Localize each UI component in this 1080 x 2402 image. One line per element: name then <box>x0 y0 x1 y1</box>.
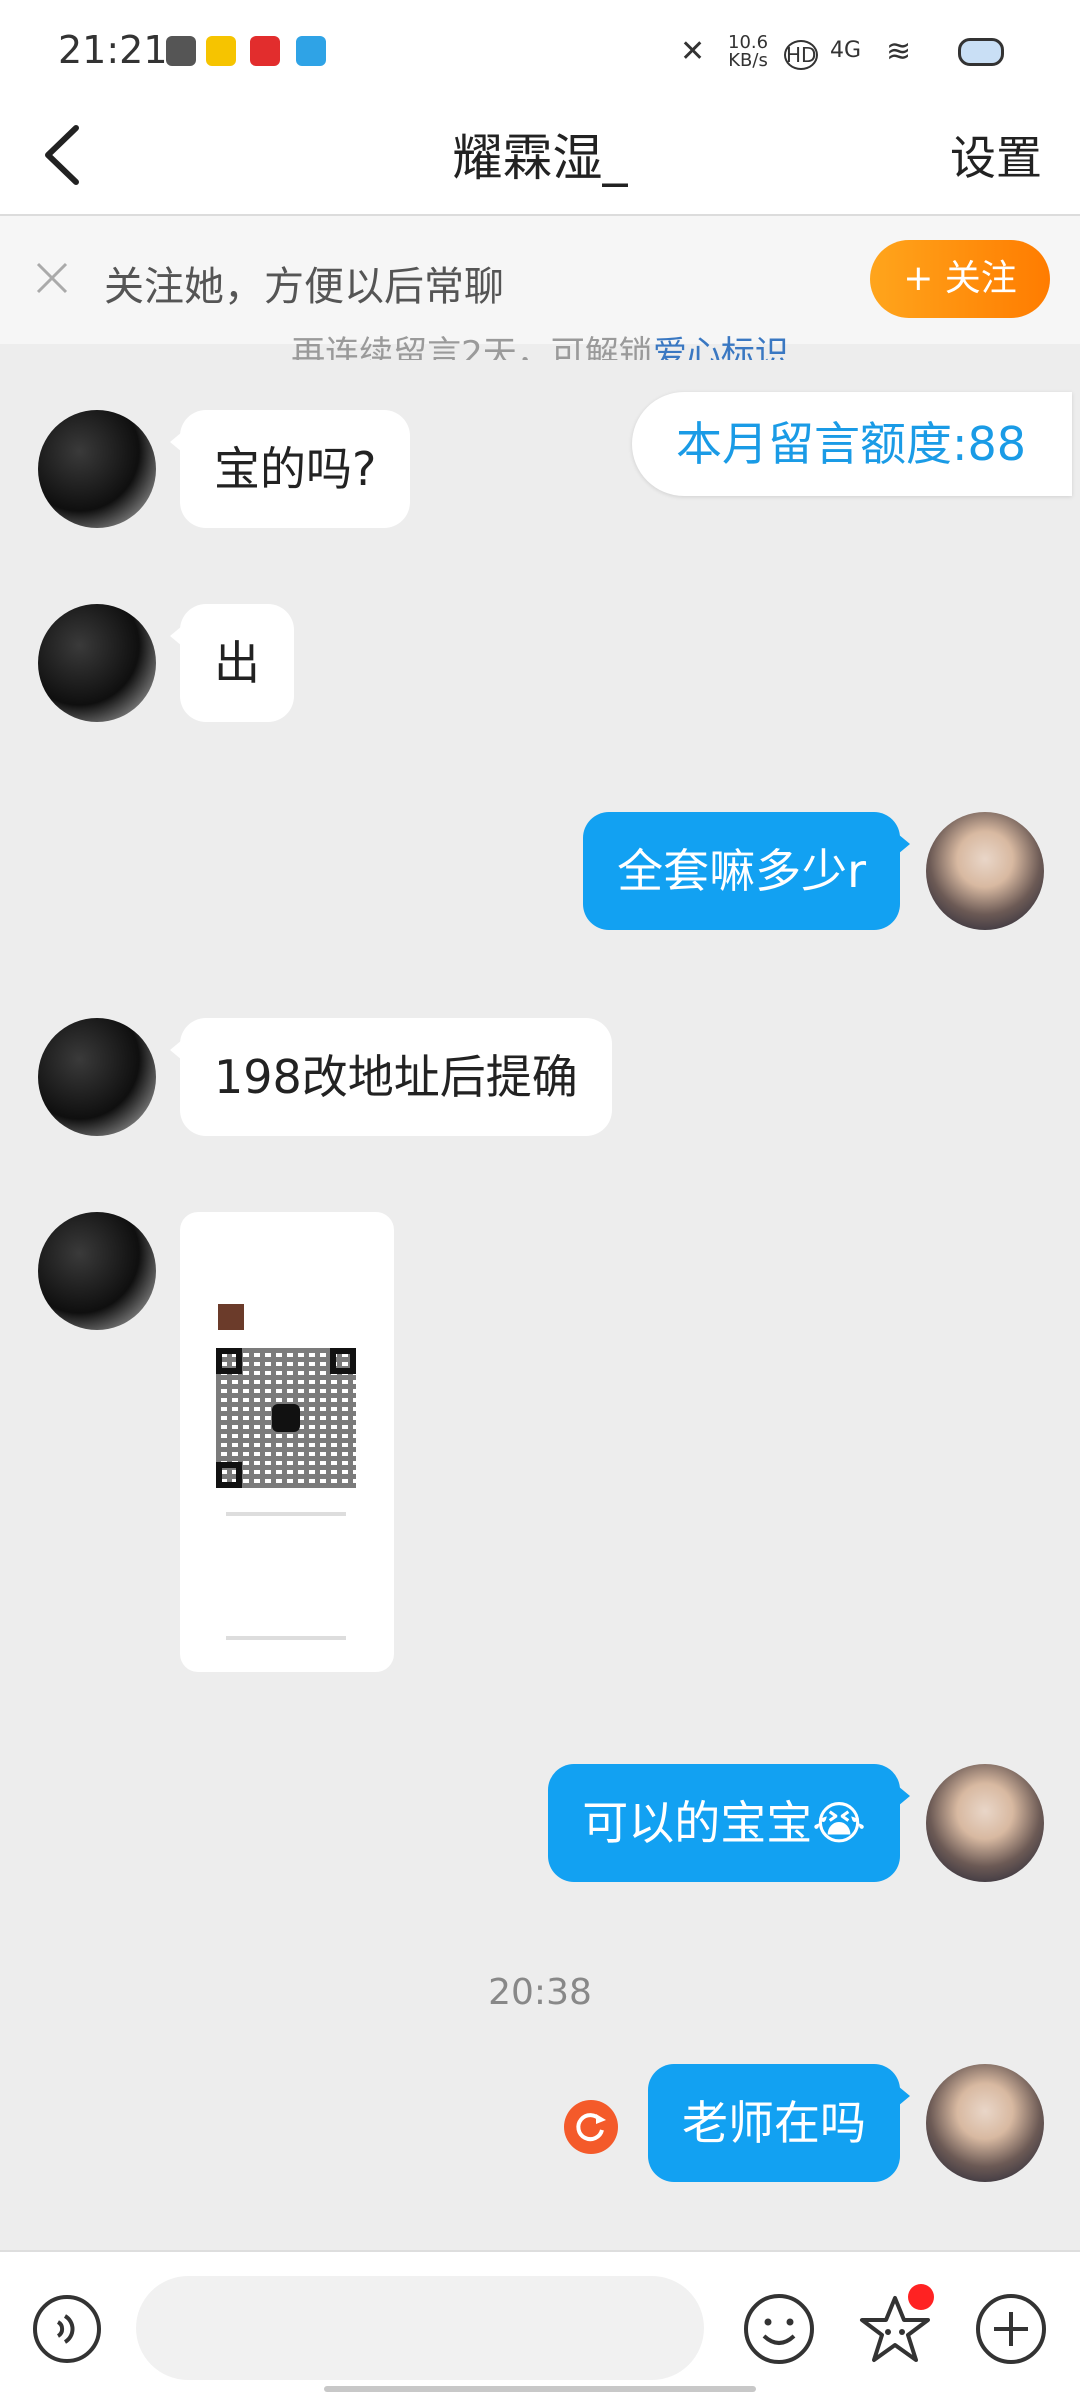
avatar[interactable] <box>38 1018 156 1136</box>
notification-dot <box>908 2284 934 2310</box>
avatar[interactable] <box>38 604 156 722</box>
wechat-icon <box>272 1404 300 1432</box>
qr-caption-line <box>226 1512 346 1516</box>
avatar[interactable] <box>926 2064 1044 2182</box>
settings-button[interactable]: 设置 <box>950 122 1042 188</box>
qr-code-image <box>216 1348 356 1488</box>
message-bubble-incoming[interactable]: 宝的吗? <box>169 410 411 528</box>
net-speed: 10.6 KB/s <box>728 32 769 71</box>
avatar[interactable] <box>926 812 1044 930</box>
input-toolbar <box>0 2250 1080 2402</box>
status-bar: 21:21 ✕ 10.6 KB/s HD 4G ≋ <box>0 0 1080 100</box>
message-bubble-outgoing[interactable]: 全套嘛多少r <box>583 812 910 930</box>
image-message[interactable] <box>180 1212 394 1672</box>
resend-icon[interactable] <box>564 2100 618 2154</box>
wifi-icon: ≋ <box>886 34 912 69</box>
battery-icon <box>958 38 1004 66</box>
message-bubble-incoming[interactable]: 198改地址后提确 <box>170 1018 612 1136</box>
message-input[interactable] <box>136 2276 704 2380</box>
avatar[interactable] <box>38 1212 156 1330</box>
emoji-icon[interactable] <box>742 2292 816 2366</box>
chat-header: 耀霖湿_ 设置 <box>0 100 1080 216</box>
follow-banner: 关注她，方便以后常聊 + 关注 <box>0 216 1080 344</box>
streak-hint: 再连续留言2天，可解锁爱心标识 <box>0 326 1080 360</box>
close-icon[interactable] <box>32 258 72 298</box>
qr-footer-line <box>226 1636 346 1640</box>
vibrate-mute-icon: ✕ <box>680 34 706 69</box>
message-timestamp: 20:38 <box>488 1972 592 2013</box>
clipboard-check-icon <box>166 36 196 66</box>
voice-icon[interactable] <box>32 2294 102 2364</box>
follow-button[interactable]: + 关注 <box>870 240 1050 318</box>
plus-icon[interactable] <box>974 2292 1048 2366</box>
qr-header-avatar <box>218 1304 244 1330</box>
signal-4g-icon: 4G <box>830 38 862 63</box>
avatar[interactable] <box>926 1764 1044 1882</box>
avatar[interactable] <box>38 410 156 528</box>
status-time: 21:21 <box>58 28 168 72</box>
message-bubble-outgoing[interactable]: 老师在吗 <box>648 2064 910 2182</box>
app-100-icon <box>296 36 326 66</box>
message-bubble-incoming[interactable]: 出 <box>170 604 294 722</box>
message-bubble-outgoing[interactable]: 可以的宝宝😭 <box>548 1764 910 1882</box>
app-red-icon <box>250 36 280 66</box>
heart-badge-link[interactable]: 爱心标识 <box>653 334 789 360</box>
follow-prompt: 关注她，方便以后常聊 <box>104 264 504 310</box>
home-indicator <box>324 2386 756 2392</box>
message-quota-badge: 本月留言额度:88 <box>632 392 1072 496</box>
chat-title: 耀霖湿_ <box>452 129 628 187</box>
hd-icon: HD <box>784 40 818 70</box>
weibo-icon <box>206 36 236 66</box>
